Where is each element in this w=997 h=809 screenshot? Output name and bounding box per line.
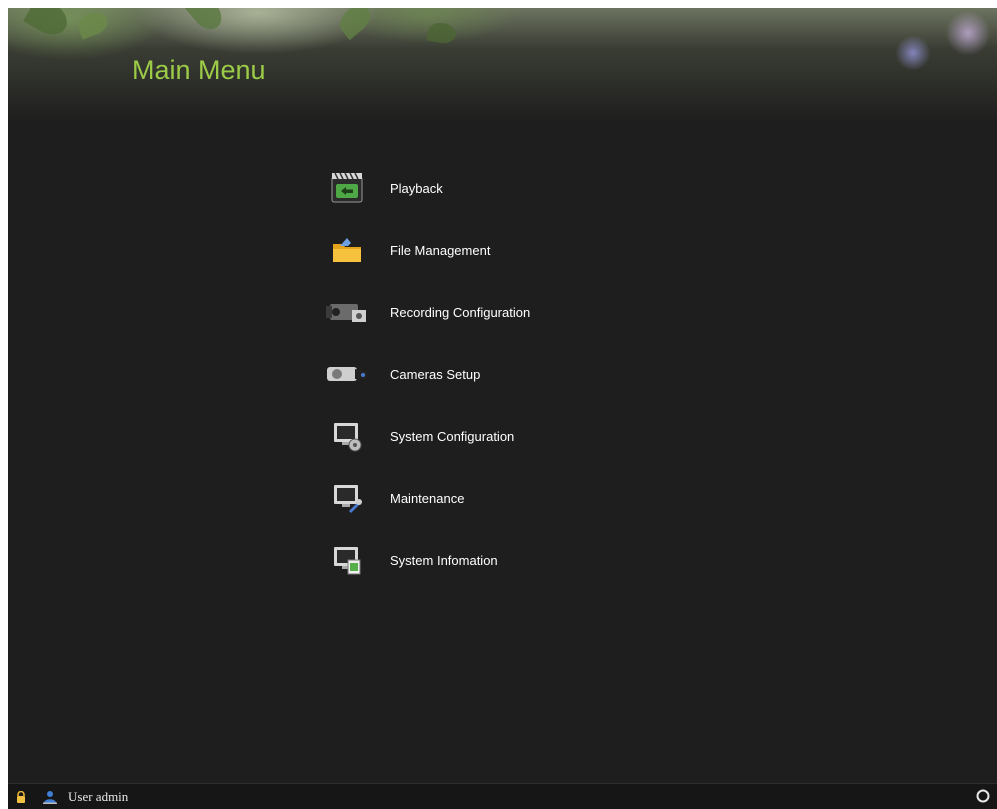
leaf-decoration <box>75 8 111 40</box>
menu-item-label: System Configuration <box>390 428 515 444</box>
folder-icon <box>324 227 370 273</box>
page-title: Main Menu <box>132 55 266 85</box>
leaf-decoration <box>334 8 376 41</box>
menu-item-maintenance[interactable]: Maintenance <box>324 475 624 521</box>
menu-item-cameras-setup[interactable]: Cameras Setup <box>324 351 624 397</box>
dvr-screen: Main Menu Playback File Management Recor… <box>8 8 997 809</box>
monitor-wrench-icon <box>324 475 370 521</box>
menu-item-label: File Management <box>390 242 491 258</box>
status-user-text: User admin <box>68 788 129 804</box>
menu-item-playback[interactable]: Playback <box>324 165 624 211</box>
monitor-info-icon <box>324 537 370 583</box>
menu-item-label: Recording Configuration <box>390 304 531 320</box>
status-bar: User admin <box>8 783 997 809</box>
camera-icon <box>324 351 370 397</box>
monitor-gear-icon <box>324 413 370 459</box>
menu-item-label: System Infomation <box>390 552 498 568</box>
header-banner: Main Menu <box>8 8 997 123</box>
menu-item-file-management[interactable]: File Management <box>324 227 624 273</box>
menu-item-label: Cameras Setup <box>390 366 481 382</box>
user-icon <box>42 789 58 805</box>
leaf-decoration <box>184 8 228 36</box>
recorder-icon <box>324 289 370 335</box>
menu-item-recording-configuration[interactable]: Recording Configuration <box>324 289 624 335</box>
menu-item-system-information[interactable]: System Infomation <box>324 537 624 583</box>
power-icon[interactable] <box>975 788 991 804</box>
leaf-decoration <box>426 20 458 46</box>
leaf-decoration <box>23 8 73 41</box>
playback-icon <box>324 165 370 211</box>
menu-item-system-configuration[interactable]: System Configuration <box>324 413 624 459</box>
lock-icon[interactable] <box>14 789 28 805</box>
menu-item-label: Maintenance <box>390 490 465 506</box>
menu-item-label: Playback <box>390 180 443 196</box>
